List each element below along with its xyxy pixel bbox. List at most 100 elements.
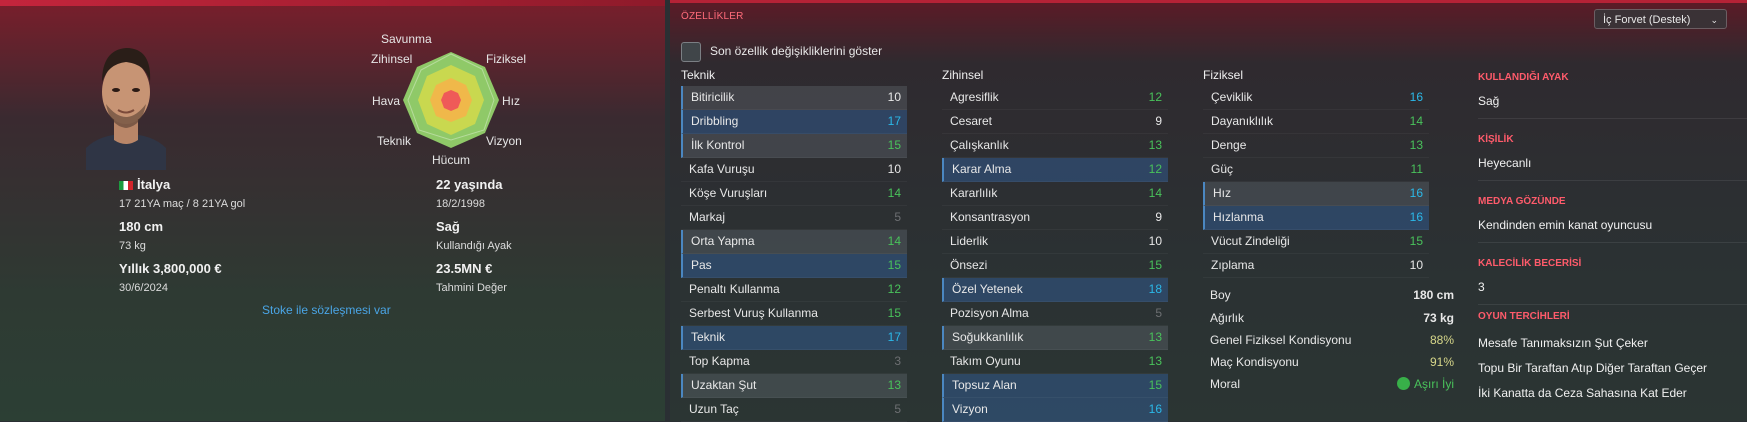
- attribute-value: 13: [887, 378, 901, 392]
- attribute-value: 15: [1148, 378, 1162, 392]
- attribute-row[interactable]: Hızlanma 16: [1203, 206, 1429, 230]
- estimated-value-label: Tahmini Değer: [436, 282, 507, 294]
- attribute-value: 14: [887, 186, 901, 200]
- attribute-row[interactable]: Orta Yapma 14: [681, 230, 907, 254]
- attribute-name: Hızlanma: [1213, 210, 1264, 224]
- role-dropdown[interactable]: İç Forvet (Destek) ⌄: [1594, 9, 1727, 29]
- height: 180 cm: [119, 219, 164, 234]
- attribute-row[interactable]: Uzun Taç 5: [681, 398, 907, 422]
- personality-header: KİŞİLİK: [1478, 134, 1514, 145]
- attribute-row[interactable]: İlk Kontrol 15: [681, 134, 907, 158]
- attribute-row[interactable]: Bitiricilik 10: [681, 86, 907, 110]
- attribute-name: Hız: [1213, 186, 1231, 200]
- attribute-value: 16: [1409, 210, 1423, 224]
- attribute-row[interactable]: Uzaktan Şut 13: [681, 374, 907, 398]
- preferred-foot: Sağ: [436, 219, 460, 234]
- attribute-row[interactable]: Çeviklik 16: [1203, 86, 1429, 110]
- attribute-value: 15: [887, 258, 901, 272]
- birthdate: 18/2/1998: [436, 198, 485, 210]
- attribute-name: Pas: [691, 258, 712, 272]
- attribute-row[interactable]: Agresiflik 12: [942, 86, 1168, 110]
- attribute-row[interactable]: Markaj 5: [681, 206, 907, 230]
- attribute-value: 18: [1148, 282, 1162, 296]
- nationality-label: İtalya: [137, 177, 171, 192]
- attribute-name: Markaj: [689, 210, 726, 224]
- attribute-row[interactable]: Önsezi 15: [942, 254, 1168, 278]
- preference-item[interactable]: Mesafe Tanımaksızın Şut Çeker: [1478, 336, 1648, 350]
- role-dropdown-value: İç Forvet (Destek): [1603, 14, 1691, 26]
- attribute-name: Uzaktan Şut: [691, 378, 757, 392]
- stat-fitness: Genel Fiziksel Kondisyonu 88%: [1210, 333, 1454, 347]
- attribute-row[interactable]: Hız 16: [1203, 182, 1429, 206]
- morale-value[interactable]: Aşırı İyi: [1396, 377, 1454, 391]
- preference-item[interactable]: Topu Bir Taraftan Atıp Diğer Taraftan Ge…: [1478, 361, 1707, 375]
- attribute-row[interactable]: Penaltı Kullanma 12: [681, 278, 907, 302]
- attribute-row[interactable]: Vücut Zindeliği 15: [1203, 230, 1429, 254]
- divider: [1478, 242, 1747, 243]
- attribute-value: 17: [887, 330, 901, 344]
- attribute-value: 13: [1148, 138, 1162, 152]
- attribute-name: İlk Kontrol: [691, 138, 745, 152]
- attribute-row[interactable]: Pas 15: [681, 254, 907, 278]
- attribute-row[interactable]: Denge 13: [1203, 134, 1429, 158]
- attribute-value: 11: [1410, 162, 1423, 176]
- preferred-foot-label: Kullandığı Ayak: [436, 240, 512, 252]
- attribute-name: Topsuz Alan: [952, 378, 1017, 392]
- attribute-name: Çalışkanlık: [950, 138, 1009, 152]
- attribute-row[interactable]: Dayanıklılık 14: [1203, 110, 1429, 134]
- attribute-row[interactable]: Topsuz Alan 15: [942, 374, 1168, 398]
- attribute-row[interactable]: Özel Yetenek 18: [942, 278, 1168, 302]
- attribute-row[interactable]: Pozisyon Alma 5: [942, 302, 1168, 326]
- nationality[interactable]: İtalya: [119, 177, 170, 192]
- attribute-value: 15: [1148, 258, 1162, 272]
- teknik-header: Teknik: [681, 68, 716, 82]
- stat-value: 180 cm: [1413, 288, 1454, 302]
- attribute-name: Teknik: [691, 330, 726, 344]
- radar-label-teknik: Teknik: [377, 134, 412, 148]
- attribute-value: 14: [1409, 114, 1423, 128]
- media-value[interactable]: Kendinden emin kanat oyuncusu: [1478, 218, 1652, 232]
- attribute-value: 9: [1155, 114, 1162, 128]
- radar-label-savunma: Savunma: [381, 32, 432, 46]
- attribute-value: 13: [1148, 354, 1162, 368]
- preference-item[interactable]: İki Kanatta da Ceza Sahasına Kat Eder: [1478, 386, 1687, 400]
- attribute-row[interactable]: Karar Alma 12: [942, 158, 1168, 182]
- estimated-value: 23.5MN €: [436, 261, 493, 276]
- attribute-name: Özel Yetenek: [952, 282, 1023, 296]
- divider: [1478, 304, 1747, 305]
- attribute-row[interactable]: Vizyon 16: [942, 398, 1168, 422]
- foot-header: KULLANDIĞI AYAK: [1478, 72, 1569, 83]
- stat-label: Ağırlık: [1210, 311, 1245, 325]
- attribute-row[interactable]: Serbest Vuruş Kullanma 15: [681, 302, 907, 326]
- attribute-row[interactable]: Liderlik 10: [942, 230, 1168, 254]
- attribute-row[interactable]: Kafa Vuruşu 10: [681, 158, 907, 182]
- radar-label-zihinsel: Zihinsel: [371, 52, 413, 66]
- attribute-row[interactable]: Soğukkanlılık 13: [942, 326, 1168, 350]
- wage: Yıllık 3,800,000 €: [119, 261, 222, 276]
- show-changes-label[interactable]: Son özellik değişikliklerini göster: [710, 44, 882, 58]
- youth-caps: 17 21YA maç / 8 21YA gol: [119, 198, 246, 210]
- attribute-row[interactable]: Dribbling 17: [681, 110, 907, 134]
- attribute-row[interactable]: Cesaret 9: [942, 110, 1168, 134]
- radar-label-hava: Hava: [372, 94, 401, 108]
- contract-link[interactable]: Stoke ile sözleşmesi var: [262, 303, 391, 317]
- show-changes-checkbox[interactable]: [681, 42, 701, 62]
- attribute-name: Takım Oyunu: [950, 354, 1021, 368]
- gk-skill-value: 3: [1478, 280, 1485, 294]
- attribute-row[interactable]: Kararlılık 14: [942, 182, 1168, 206]
- attribute-row[interactable]: Takım Oyunu 13: [942, 350, 1168, 374]
- attribute-value: 16: [1148, 402, 1162, 416]
- morale-text: Aşırı İyi: [1413, 377, 1454, 391]
- attribute-row[interactable]: Top Kapma 3: [681, 350, 907, 374]
- divider: [1478, 180, 1747, 181]
- attribute-value: 5: [894, 402, 901, 416]
- attribute-row[interactable]: Güç 11: [1203, 158, 1429, 182]
- attribute-row[interactable]: Çalışkanlık 13: [942, 134, 1168, 158]
- personality-value[interactable]: Heyecanlı: [1478, 156, 1531, 170]
- attribute-row[interactable]: Zıplama 10: [1203, 254, 1429, 278]
- attribute-row[interactable]: Köşe Vuruşları 14: [681, 182, 907, 206]
- age: 22 yaşında: [436, 177, 503, 192]
- attribute-name: Cesaret: [950, 114, 993, 128]
- attribute-row[interactable]: Teknik 17: [681, 326, 907, 350]
- attribute-row[interactable]: Konsantrasyon 9: [942, 206, 1168, 230]
